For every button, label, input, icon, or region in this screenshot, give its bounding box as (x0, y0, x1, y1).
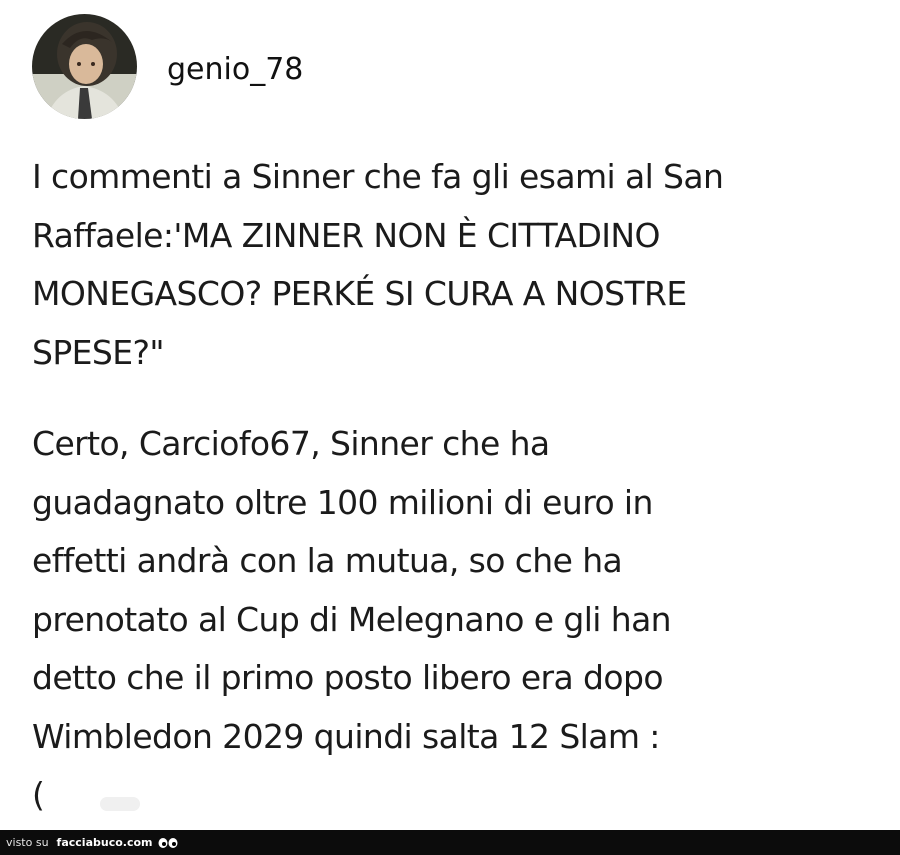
post-body: I commenti a Sinner che fa gli esami al … (32, 148, 852, 825)
footer-site-link[interactable]: facciabuco.com (57, 836, 153, 849)
username[interactable]: genio_78 (167, 52, 303, 87)
eyes-icon (158, 837, 178, 849)
avatar-image (32, 14, 137, 119)
post-header: genio_78 (32, 14, 303, 119)
post-paragraph-1: I commenti a Sinner che fa gli esami al … (32, 157, 724, 372)
avatar[interactable] (32, 14, 137, 119)
post-paragraph-2: Certo, Carciofo67, Sinner che ha guadagn… (32, 424, 672, 814)
footer-prefix: visto su (6, 836, 49, 849)
watermark-footer: visto su facciabuco.com (0, 830, 900, 855)
blur-artifact (100, 797, 140, 811)
post-card: genio_78 I commenti a Sinner che fa gli … (0, 0, 900, 830)
